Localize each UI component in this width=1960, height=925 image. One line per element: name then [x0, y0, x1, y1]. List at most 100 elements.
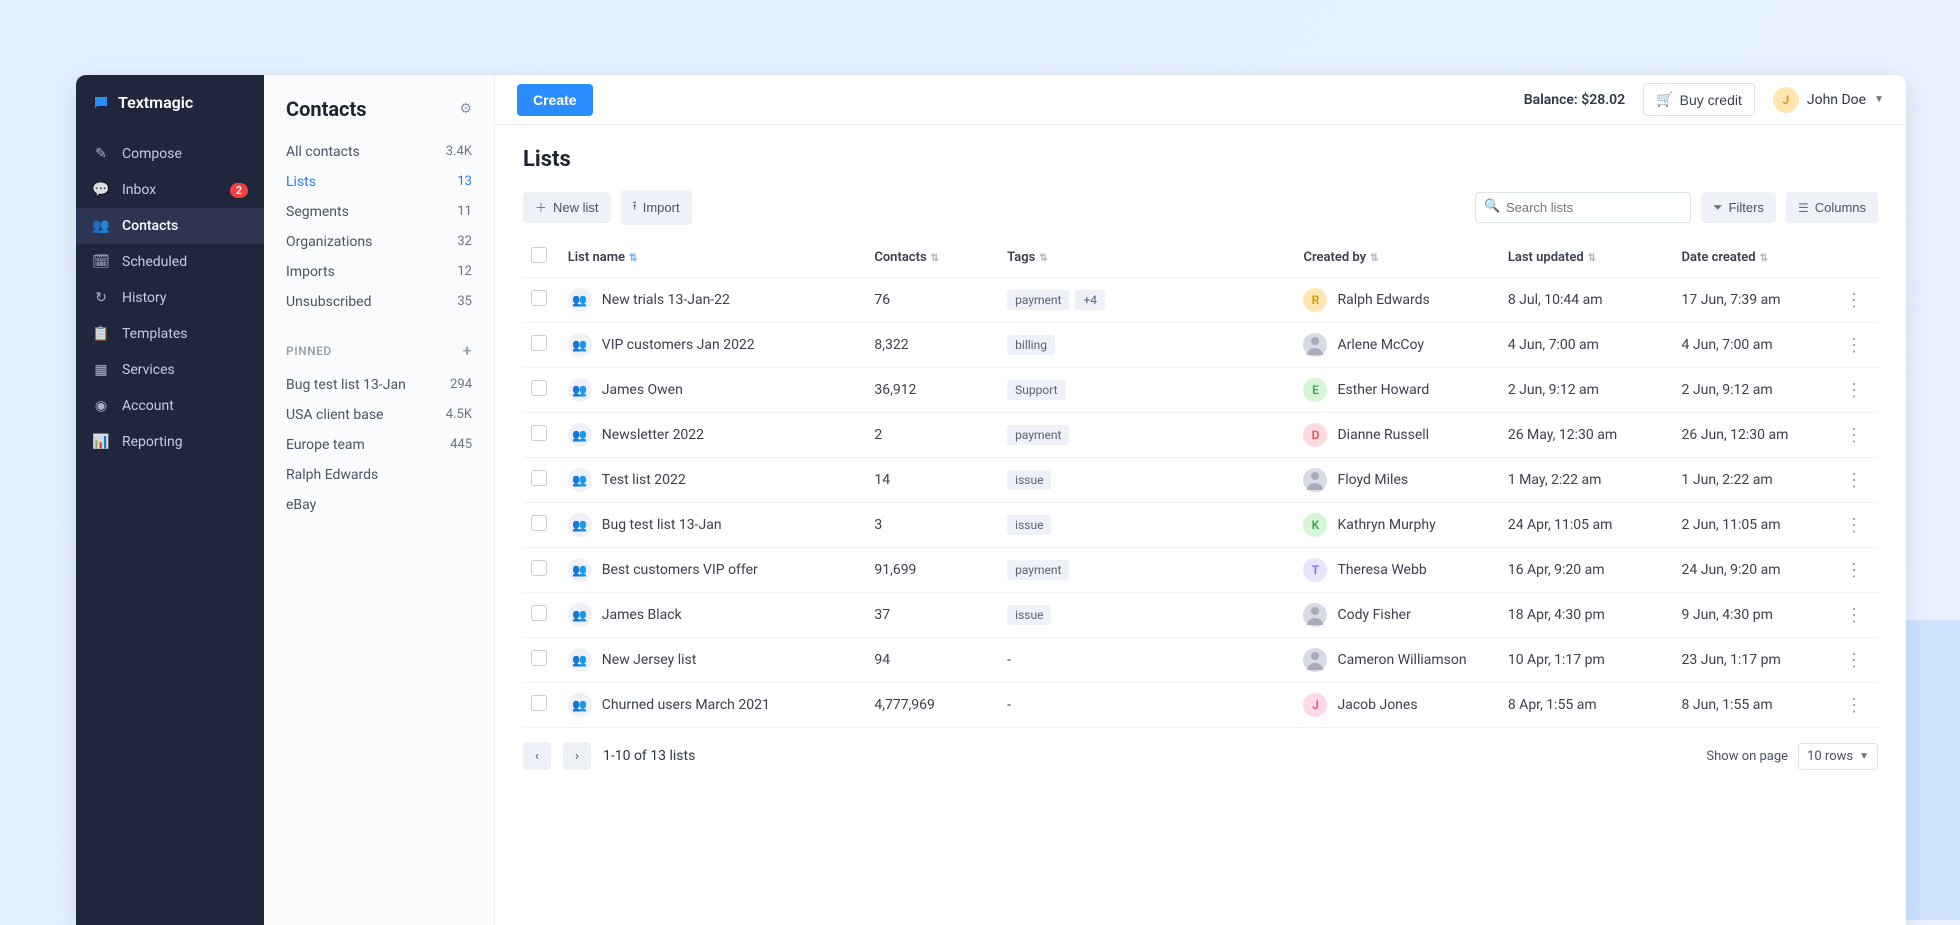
nav-item-history[interactable]: ↻History: [76, 280, 264, 316]
filters-button[interactable]: ⏷Filters: [1701, 192, 1776, 223]
creator-name: Theresa Webb: [1337, 562, 1426, 578]
contacts-count: 94: [866, 638, 999, 683]
new-list-button[interactable]: ＋New list: [523, 192, 611, 223]
next-page-button[interactable]: ›: [563, 742, 591, 770]
group-icon: 👥: [568, 603, 592, 627]
table-row[interactable]: 👥James Owen 36,912 Support EEsther Howar…: [523, 368, 1878, 413]
row-actions-button[interactable]: ⋮: [1845, 290, 1863, 311]
avatar: J: [1303, 693, 1327, 717]
nav-item-compose[interactable]: ✎Compose: [76, 136, 264, 172]
row-checkbox[interactable]: [531, 515, 547, 531]
row-actions-button[interactable]: ⋮: [1845, 560, 1863, 581]
pinned-item[interactable]: USA client base4.5K: [264, 400, 494, 430]
created-cell: 1 Jun, 2:22 am: [1674, 458, 1837, 503]
search-input[interactable]: [1475, 192, 1691, 223]
row-actions-button[interactable]: ⋮: [1845, 425, 1863, 446]
row-actions-button[interactable]: ⋮: [1845, 470, 1863, 491]
sub-item-unsubscribed[interactable]: Unsubscribed35: [264, 287, 494, 317]
contacts-count: 37: [866, 593, 999, 638]
table-row[interactable]: 👥Best customers VIP offer 91,699 payment…: [523, 548, 1878, 593]
col-updated[interactable]: Last updated⇅: [1500, 237, 1674, 278]
row-checkbox[interactable]: [531, 290, 547, 306]
pinned-item[interactable]: Ralph Edwards: [264, 460, 494, 490]
chevron-down-icon: ▼: [1859, 751, 1869, 762]
col-listname[interactable]: List name⇅: [560, 237, 867, 278]
creator-cell: Floyd Miles: [1303, 468, 1491, 492]
updated-cell: 10 Apr, 1:17 pm: [1500, 638, 1674, 683]
table-row[interactable]: 👥New trials 13-Jan-22 76 payment+4 RRalp…: [523, 278, 1878, 323]
col-contacts[interactable]: Contacts⇅: [866, 237, 999, 278]
table-row[interactable]: 👥VIP customers Jan 2022 8,322 billing Ar…: [523, 323, 1878, 368]
row-checkbox[interactable]: [531, 650, 547, 666]
gear-icon[interactable]: ⚙: [459, 101, 472, 117]
created-cell: 2 Jun, 9:12 am: [1674, 368, 1837, 413]
row-actions-button[interactable]: ⋮: [1845, 695, 1863, 716]
buy-credit-button[interactable]: 🛒 Buy credit: [1643, 83, 1755, 116]
new-list-label: New list: [553, 200, 599, 215]
row-checkbox[interactable]: [531, 605, 547, 621]
row-actions-button[interactable]: ⋮: [1845, 515, 1863, 536]
group-icon: 👥: [568, 333, 592, 357]
import-button[interactable]: ⭱Import: [621, 190, 692, 225]
topbar: Create Balance: $28.02 🛒 Buy credit J Jo…: [495, 75, 1906, 125]
row-actions-button[interactable]: ⋮: [1845, 335, 1863, 356]
user-menu[interactable]: J John Doe ▼: [1773, 87, 1884, 113]
sub-item-all-contacts[interactable]: All contacts3.4K: [264, 137, 494, 167]
buy-credit-label: Buy credit: [1680, 92, 1742, 108]
contacts-count: 36,912: [866, 368, 999, 413]
row-checkbox[interactable]: [531, 560, 547, 576]
contacts-count: 3: [866, 503, 999, 548]
avatar: T: [1303, 558, 1327, 582]
nav-item-scheduled[interactable]: 🗓Scheduled: [76, 244, 264, 280]
row-actions-button[interactable]: ⋮: [1845, 380, 1863, 401]
table-row[interactable]: 👥Test list 2022 14 issue Floyd Miles 1 M…: [523, 458, 1878, 503]
row-checkbox[interactable]: [531, 695, 547, 711]
sub-item-organizations[interactable]: Organizations32: [264, 227, 494, 257]
row-checkbox[interactable]: [531, 470, 547, 486]
table-row[interactable]: 👥Newsletter 2022 2 payment DDianne Russe…: [523, 413, 1878, 458]
col-created[interactable]: Date created⇅: [1674, 237, 1837, 278]
sub-item-lists[interactable]: Lists13: [264, 167, 494, 197]
nav-item-contacts[interactable]: 👥Contacts: [76, 208, 264, 244]
group-icon: 👥: [568, 558, 592, 582]
nav-item-templates[interactable]: 📋Templates: [76, 316, 264, 352]
creator-name: Floyd Miles: [1337, 472, 1408, 488]
columns-button[interactable]: ☰Columns: [1786, 192, 1878, 223]
row-actions-button[interactable]: ⋮: [1845, 650, 1863, 671]
nav-item-services[interactable]: ▦Services: [76, 352, 264, 388]
avatar: R: [1303, 288, 1327, 312]
pinned-item[interactable]: Bug test list 13-Jan294: [264, 370, 494, 400]
select-all-checkbox[interactable]: [531, 247, 547, 263]
rows-per-page-select[interactable]: 10 rows ▼: [1798, 743, 1878, 770]
creator-name: Arlene McCoy: [1337, 337, 1424, 353]
create-button[interactable]: Create: [517, 84, 593, 116]
sub-item-imports[interactable]: Imports12: [264, 257, 494, 287]
creator-cell: EEsther Howard: [1303, 378, 1491, 402]
updated-cell: 24 Apr, 11:05 am: [1500, 503, 1674, 548]
pinned-item[interactable]: eBay: [264, 490, 494, 520]
nav-item-reporting[interactable]: 📊Reporting: [76, 424, 264, 460]
row-actions-button[interactable]: ⋮: [1845, 605, 1863, 626]
tag: +4: [1075, 290, 1105, 310]
list-name: James Owen: [602, 382, 683, 398]
col-createdby[interactable]: Created by⇅: [1295, 237, 1499, 278]
nav-item-account[interactable]: ◉Account: [76, 388, 264, 424]
row-checkbox[interactable]: [531, 380, 547, 396]
table-row[interactable]: 👥Churned users March 2021 4,777,969 - JJ…: [523, 683, 1878, 728]
sub-item-count: 13: [457, 174, 472, 190]
pinned-item[interactable]: Europe team445: [264, 430, 494, 460]
table-row[interactable]: 👥Bug test list 13-Jan 3 issue KKathryn M…: [523, 503, 1878, 548]
add-pinned-button[interactable]: +: [463, 341, 472, 360]
nav-item-inbox[interactable]: 💬Inbox2: [76, 172, 264, 208]
group-icon: 👥: [568, 468, 592, 492]
table-row[interactable]: 👥James Black 37 issue Cody Fisher 18 Apr…: [523, 593, 1878, 638]
reporting-icon: 📊: [92, 434, 110, 450]
row-checkbox[interactable]: [531, 425, 547, 441]
table-row[interactable]: 👥New Jersey list 94 - Cameron Williamson…: [523, 638, 1878, 683]
row-checkbox[interactable]: [531, 335, 547, 351]
group-icon: 👥: [568, 423, 592, 447]
services-icon: ▦: [92, 362, 110, 378]
sub-item-segments[interactable]: Segments11: [264, 197, 494, 227]
prev-page-button[interactable]: ‹: [523, 742, 551, 770]
col-tags[interactable]: Tags⇅: [999, 237, 1295, 278]
